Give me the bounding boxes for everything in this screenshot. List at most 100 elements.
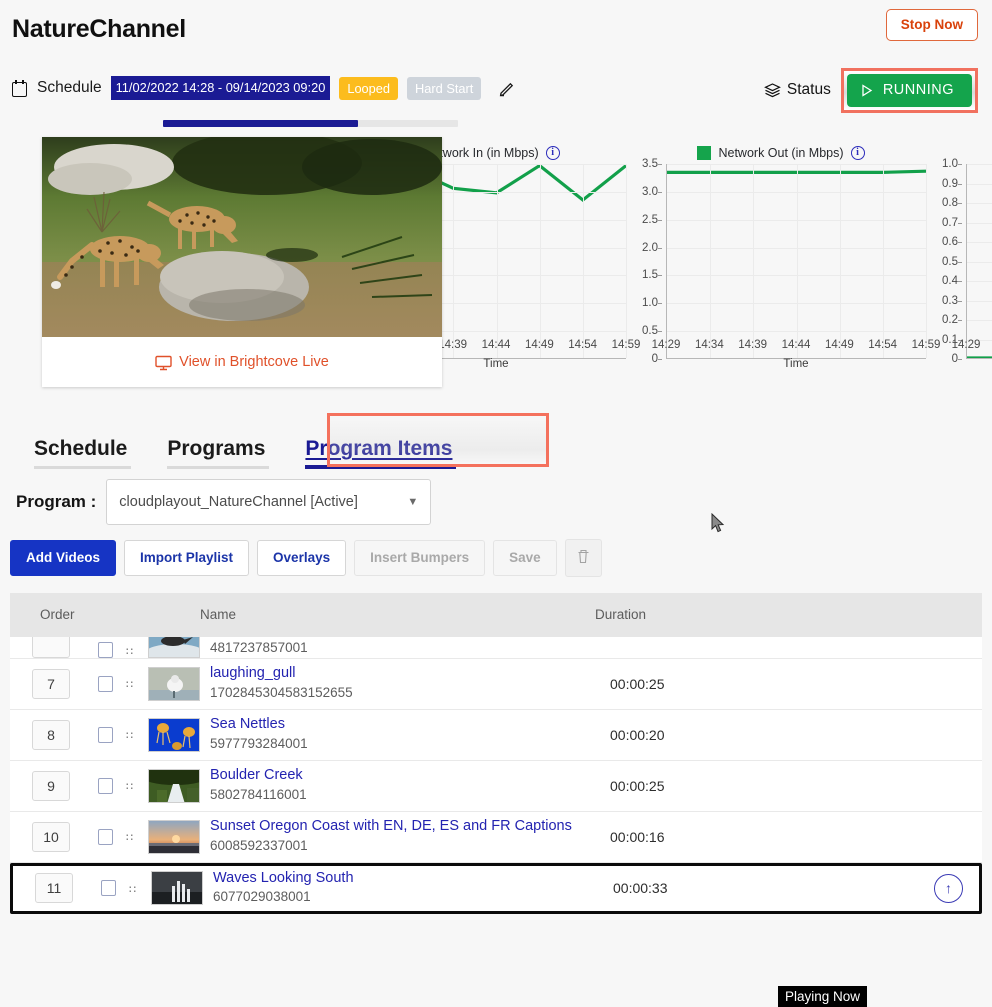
status-area: Status RUNNING	[764, 68, 978, 113]
cell-order: 11	[13, 873, 87, 903]
row-checkbox[interactable]	[101, 880, 116, 896]
save-button: Save	[493, 540, 557, 576]
gridline-horizontal	[967, 281, 992, 282]
gridline-horizontal	[967, 262, 992, 263]
order-number: 11	[35, 873, 73, 903]
play-icon	[860, 84, 873, 97]
overlays-button[interactable]: Overlays	[257, 540, 346, 576]
tab-schedule[interactable]: Schedule	[16, 437, 149, 469]
row-checkbox[interactable]	[98, 727, 113, 743]
table-row[interactable]: 10∷Sunset Oregon Coast with EN, DE, ES a…	[10, 812, 982, 863]
status-badge-running[interactable]: RUNNING	[847, 74, 972, 107]
program-items-table: Order Name Duration ∷48172378570017∷laug…	[10, 593, 982, 914]
program-selected-value: cloudplayout_NatureChannel [Active]	[119, 494, 358, 510]
status-label: Status	[787, 81, 831, 99]
gridline-vertical	[710, 164, 711, 358]
y-axis-tick	[958, 164, 962, 165]
program-selector-row: Program : cloudplayout_NatureChannel [Ac…	[0, 469, 992, 525]
cell-checkbox	[84, 676, 126, 692]
gull-thumbnail[interactable]	[148, 667, 200, 701]
table-row[interactable]: ∷ 4817237857001	[10, 637, 982, 659]
gridline-vertical	[883, 164, 884, 358]
row-checkbox[interactable]	[98, 829, 113, 845]
video-title-link[interactable]: Boulder Creek	[210, 766, 602, 786]
info-icon[interactable]: i	[546, 146, 560, 160]
table-row[interactable]: 7∷laughing_gull170284530458315265500:00:…	[10, 659, 982, 710]
gridline-vertical	[583, 164, 584, 358]
y-axis-tick-label: 0.6	[942, 236, 958, 248]
waves-thumbnail[interactable]	[151, 871, 203, 905]
y-axis-tick-label: 0.7	[942, 217, 958, 229]
table-row[interactable]: 8∷Sea Nettles597779328400100:00:20	[10, 710, 982, 761]
tab-programs[interactable]: Programs	[149, 437, 287, 469]
order-number	[32, 637, 70, 658]
y-axis-tick	[658, 164, 662, 165]
drag-handle-icon[interactable]: ∷	[129, 881, 151, 896]
drag-handle-icon[interactable]: ∷	[126, 727, 148, 742]
cell-name: laughing_gull1702845304583152655	[210, 664, 610, 702]
chevron-down-icon: ▼	[407, 496, 418, 508]
cell-duration: 00:00:25	[610, 676, 982, 692]
y-axis-tick	[958, 359, 962, 360]
row-checkbox[interactable]	[98, 778, 113, 794]
cell-thumbnail	[148, 718, 210, 752]
metrics-section: View in Brightcove Live Network In (in M…	[0, 136, 992, 411]
sunset-thumbnail[interactable]	[148, 820, 200, 854]
table-row[interactable]: 9∷Boulder Creek580278411600100:00:25	[10, 761, 982, 812]
view-in-brightcove-live-link[interactable]: View in Brightcove Live	[42, 337, 442, 387]
y-axis-tick	[658, 192, 662, 193]
video-title-link[interactable]: Sea Nettles	[210, 715, 602, 735]
gridline-horizontal	[967, 164, 992, 165]
creek-thumbnail[interactable]	[148, 769, 200, 803]
gridline-vertical	[540, 164, 541, 358]
stop-now-button[interactable]: Stop Now	[886, 9, 978, 41]
row-checkbox[interactable]	[98, 642, 113, 658]
y-axis-labels: 00.51.01.52.02.53.03.5	[636, 164, 662, 359]
move-up-button[interactable]: ↑	[934, 874, 963, 903]
x-axis-tick-label: 14:29	[652, 339, 681, 351]
jellyfish-thumbnail[interactable]	[148, 718, 200, 752]
video-title-link[interactable]: laughing_gull	[210, 664, 602, 684]
layers-icon	[764, 82, 781, 99]
live-preview-thumbnail[interactable]	[42, 137, 442, 337]
program-select[interactable]: cloudplayout_NatureChannel [Active] ▼	[106, 479, 431, 525]
info-icon[interactable]: i	[851, 146, 865, 160]
drag-handle-icon[interactable]: ∷	[126, 643, 148, 658]
cell-name: 4817237857001	[210, 639, 610, 658]
table-row-playing[interactable]: 11 ∷ Waves Looking South607702903800100:00…	[10, 863, 982, 914]
x-axis-tick-label: 14:54	[868, 339, 897, 351]
y-axis-tick-label: 2.5	[642, 214, 658, 226]
y-axis-tick	[658, 248, 662, 249]
drag-handle-icon[interactable]: ∷	[126, 778, 148, 793]
cell-checkbox	[84, 642, 126, 658]
column-header-order: Order	[10, 607, 200, 622]
y-axis-tick-label: 1.0	[942, 158, 958, 170]
drag-handle-icon[interactable]: ∷	[126, 829, 148, 844]
row-checkbox[interactable]	[98, 676, 113, 692]
import-playlist-button[interactable]: Import Playlist	[124, 540, 249, 576]
cell-name: Boulder Creek5802784116001	[210, 766, 610, 804]
cell-name: Waves Looking South6077029038001	[213, 869, 613, 907]
x-axis-tick-label: 14:49	[525, 339, 554, 351]
cell-checkbox	[84, 727, 126, 743]
cell-thumbnail	[151, 871, 213, 905]
pencil-icon[interactable]	[498, 79, 516, 97]
x-axis-tick-label: 14:34	[695, 339, 724, 351]
cell-checkbox	[87, 880, 129, 896]
y-axis-tick	[658, 331, 662, 332]
drag-handle-icon[interactable]: ∷	[126, 676, 148, 691]
gridline-horizontal	[967, 184, 992, 185]
y-axis-tick	[958, 281, 962, 282]
x-axis-tick-label: 14:29	[952, 339, 981, 351]
tab-program-items[interactable]: Program Items	[287, 437, 474, 469]
y-axis-tick-label: 0.8	[942, 197, 958, 209]
x-axis-tick-label: 14:44	[482, 339, 511, 351]
y-axis-tick	[958, 320, 962, 321]
badge-looped: Looped	[339, 77, 398, 100]
video-title-link[interactable]: Waves Looking South	[213, 869, 605, 889]
cell-checkbox	[84, 778, 126, 794]
cell-duration: 00:00:33	[613, 880, 979, 896]
add-videos-button[interactable]: Add Videos	[10, 540, 116, 576]
video-title-link[interactable]: Sunset Oregon Coast with EN, DE, ES and …	[210, 817, 602, 837]
bird-thumbnail[interactable]	[148, 637, 200, 658]
